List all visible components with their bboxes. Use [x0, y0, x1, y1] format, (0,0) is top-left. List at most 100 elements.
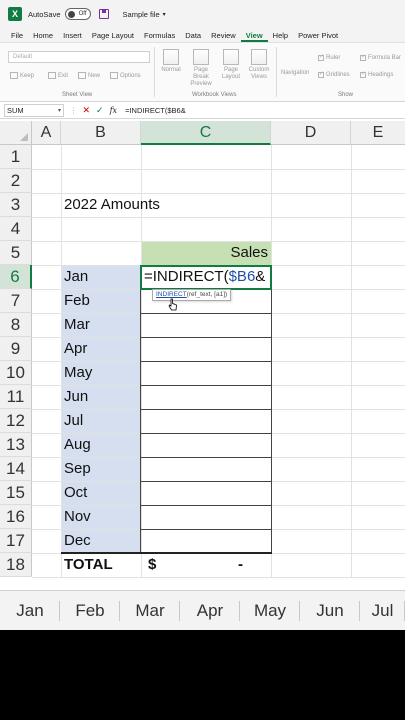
- chevron-down-icon[interactable]: ▾: [163, 11, 166, 18]
- custom-views-label: Custom Views: [248, 67, 270, 80]
- tab-insert[interactable]: Insert: [58, 31, 87, 42]
- tab-formulas[interactable]: Formulas: [139, 31, 180, 42]
- chevron-down-icon[interactable]: ▾: [58, 105, 61, 117]
- worksheet-grid: A B C D E 1 2 3 4 5 6 7 8 9 10 11 12 13 …: [0, 121, 405, 578]
- tooltip-arguments: (ref_text, [a1]): [186, 291, 228, 298]
- row-header-4[interactable]: 4: [0, 217, 32, 241]
- navigation-button[interactable]: Navigation: [281, 70, 309, 76]
- column-header-b[interactable]: B: [61, 121, 141, 145]
- exit-button[interactable]: Exit: [48, 72, 68, 79]
- cell-month[interactable]: Jul: [61, 409, 83, 433]
- formula-input[interactable]: =INDIRECT($B6&: [125, 106, 186, 115]
- formula-bar-checkbox[interactable]: Formula Bar: [360, 53, 401, 61]
- headings-checkbox[interactable]: Headings: [360, 70, 393, 78]
- sheet-tab-jul[interactable]: Jul: [360, 591, 405, 631]
- select-all-button[interactable]: [0, 121, 32, 145]
- cell-b3-title[interactable]: 2022 Amounts: [61, 193, 160, 217]
- page-layout-icon: [223, 49, 239, 65]
- row-header-15[interactable]: 15: [0, 481, 32, 505]
- keep-label: Keep: [20, 72, 35, 79]
- sheet-tab-jan[interactable]: Jan: [0, 591, 60, 631]
- ribbon-divider: [276, 47, 277, 97]
- row-header-3[interactable]: 3: [0, 193, 32, 217]
- tab-data[interactable]: Data: [180, 31, 206, 42]
- cell-month[interactable]: Nov: [61, 505, 91, 529]
- row-header-6[interactable]: 6: [0, 265, 32, 289]
- row-header-11[interactable]: 11: [0, 385, 32, 409]
- row-header-2[interactable]: 2: [0, 169, 32, 193]
- column-header-c[interactable]: C: [141, 121, 271, 145]
- row-header-10[interactable]: 10: [0, 361, 32, 385]
- row-header-14[interactable]: 14: [0, 457, 32, 481]
- row-header-8[interactable]: 8: [0, 313, 32, 337]
- tab-home[interactable]: Home: [28, 31, 58, 42]
- cell-c18-total-value[interactable]: -: [235, 553, 243, 577]
- tooltip-function-name[interactable]: INDIRECT: [156, 291, 187, 298]
- enter-icon[interactable]: ✓: [96, 105, 104, 116]
- row-header-16[interactable]: 16: [0, 505, 32, 529]
- tab-page-layout[interactable]: Page Layout: [87, 31, 139, 42]
- excel-window: X AutoSave Off Sample file ▾ File Home I…: [0, 0, 405, 630]
- page-break-icon: [193, 49, 209, 65]
- ruler-checkbox[interactable]: Ruler: [318, 53, 341, 61]
- tab-file[interactable]: File: [6, 31, 28, 42]
- sheet-tab-mar[interactable]: Mar: [120, 591, 180, 631]
- normal-view-icon: [163, 49, 179, 65]
- cell-month[interactable]: Mar: [61, 313, 90, 337]
- name-box[interactable]: SUM ▾: [4, 103, 64, 117]
- checkbox-icon: [360, 53, 366, 61]
- show-group-label: Show: [338, 92, 354, 98]
- cell-b18-total-label[interactable]: TOTAL: [61, 553, 113, 577]
- row-header-13[interactable]: 13: [0, 433, 32, 457]
- tab-help[interactable]: Help: [268, 31, 293, 42]
- column-header-d[interactable]: D: [271, 121, 351, 145]
- row-header-12[interactable]: 12: [0, 409, 32, 433]
- row-header-1[interactable]: 1: [0, 145, 32, 169]
- insert-function-icon[interactable]: fx: [110, 106, 117, 115]
- cell-month[interactable]: Apr: [61, 337, 87, 361]
- gridlines-checkbox[interactable]: Gridlines: [318, 70, 350, 78]
- cell-c6-formula[interactable]: =INDIRECT($B6&: [141, 265, 265, 289]
- row-header-7[interactable]: 7: [0, 289, 32, 313]
- row-header-9[interactable]: 9: [0, 337, 32, 361]
- page-layout-view-button[interactable]: Page Layout: [216, 49, 246, 81]
- page-break-preview-button[interactable]: Page Break Preview: [186, 49, 216, 88]
- cell-c5-sales-header[interactable]: Sales: [141, 241, 271, 265]
- cell-c18-currency[interactable]: $: [145, 553, 156, 577]
- cell-month[interactable]: Sep: [61, 457, 91, 481]
- column-header-a[interactable]: A: [32, 121, 61, 145]
- sheet-tab-apr[interactable]: Apr: [180, 591, 240, 631]
- cancel-icon[interactable]: ✕: [83, 105, 91, 116]
- cell-month[interactable]: Feb: [61, 289, 90, 313]
- file-name[interactable]: Sample file: [123, 10, 160, 19]
- row-header-5[interactable]: 5: [0, 241, 32, 265]
- tab-review[interactable]: Review: [206, 31, 241, 42]
- normal-view-button[interactable]: Normal: [156, 49, 186, 74]
- save-icon[interactable]: [98, 9, 109, 19]
- cell-month[interactable]: Aug: [61, 433, 91, 457]
- row-header-18[interactable]: 18: [0, 553, 32, 577]
- custom-views-button[interactable]: Custom Views: [244, 49, 274, 81]
- sheet-tab-may[interactable]: May: [240, 591, 300, 631]
- tab-view[interactable]: View: [240, 31, 268, 42]
- cell-border: [141, 385, 271, 386]
- sheet-view-select[interactable]: Default: [8, 51, 150, 63]
- sheet-tab-jun[interactable]: Jun: [300, 591, 360, 631]
- autosave-toggle[interactable]: Off: [64, 8, 91, 20]
- options-label: Options: [120, 72, 141, 79]
- new-button[interactable]: New: [78, 72, 100, 79]
- keep-button[interactable]: Keep: [10, 72, 34, 79]
- ruler-label: Ruler: [326, 55, 341, 61]
- cell-month[interactable]: Jan: [61, 265, 88, 289]
- more-icon: ⋮: [70, 105, 79, 115]
- custom-views-icon: [251, 49, 267, 65]
- cell-month[interactable]: Jun: [61, 385, 88, 409]
- cell-month[interactable]: Oct: [61, 481, 87, 505]
- options-button[interactable]: Options: [110, 72, 141, 79]
- row-header-17[interactable]: 17: [0, 529, 32, 553]
- tab-power-pivot[interactable]: Power Pivot: [293, 31, 343, 42]
- column-header-e[interactable]: E: [351, 121, 405, 145]
- sheet-tab-feb[interactable]: Feb: [60, 591, 120, 631]
- cell-month[interactable]: May: [61, 361, 92, 385]
- cell-month[interactable]: Dec: [61, 529, 91, 553]
